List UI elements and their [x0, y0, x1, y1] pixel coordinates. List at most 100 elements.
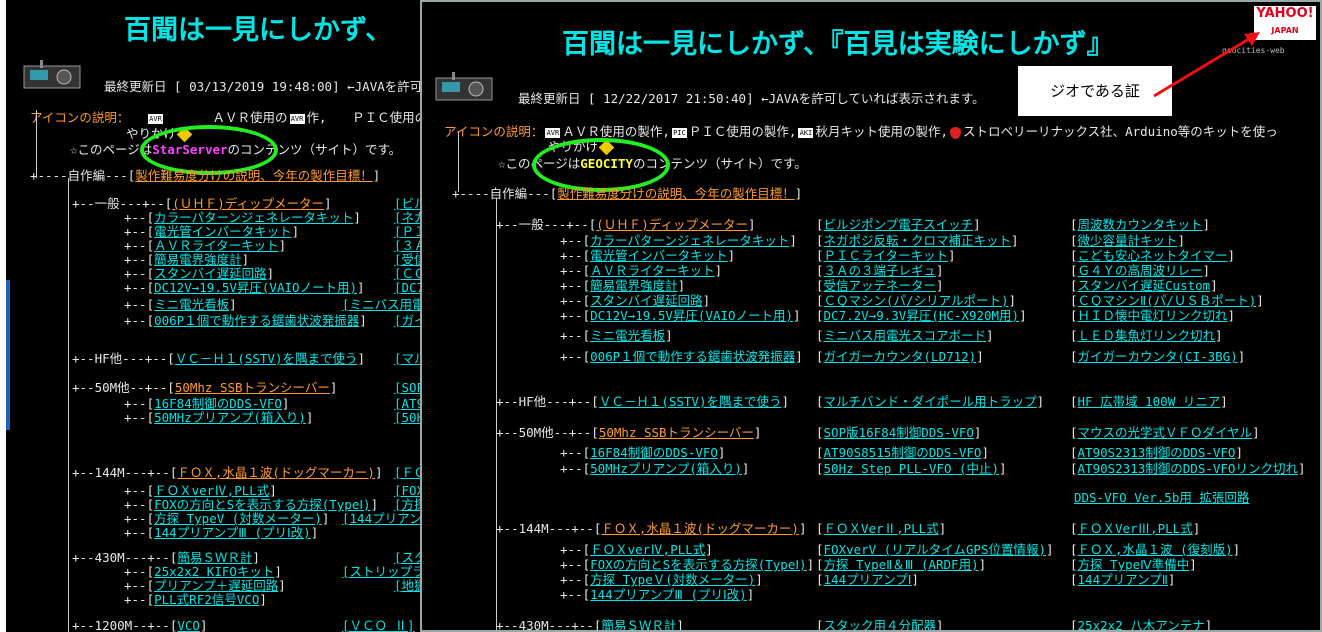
project-link[interactable]: 006P１個で動作する鋸歯状波発振器	[154, 313, 359, 328]
project-link-col2[interactable]: [ガイ	[394, 314, 420, 328]
project-link[interactable]: ＨＩＤ懐中電灯リンク切れ	[1078, 308, 1228, 323]
project-link-col3[interactable]: [ガイガーカウンタ(CI-3BG)]	[1070, 350, 1245, 364]
project-link-col2[interactable]: [方探	[394, 498, 420, 512]
project-link[interactable]: 144プリアンプⅡ	[1078, 572, 1168, 587]
project-link[interactable]: 簡易ＳＷＲ計	[601, 618, 676, 631]
project-link[interactable]: 50MHzプリアンプ(箱入り)	[154, 410, 306, 425]
project-link-col2[interactable]: [ＰＩ	[394, 225, 420, 239]
project-link[interactable]: DC12V→19.5V昇圧(VAIOノート用)	[154, 280, 357, 295]
project-link[interactable]: DC12V→19.5V昇圧(VAIOノート用)	[590, 308, 793, 323]
project-link[interactable]: 方探 TypeＶ(対数メーター)	[590, 572, 755, 587]
project-link[interactable]: 16F84制御のDDS-VFO	[590, 445, 718, 460]
project-link-col2[interactable]: [ＦＯ	[394, 466, 420, 480]
project-link[interactable]: 周波数カウンタキット	[1078, 217, 1203, 232]
project-link[interactable]: 50Mhz SSBトランシーバー	[175, 380, 330, 395]
project-link-col3[interactable]: [25x2x2 八木アンテナ]	[1070, 618, 1212, 631]
project-link[interactable]: ＦＯＸVerⅡ,PLL式	[824, 521, 939, 536]
project-link[interactable]: VCO	[177, 618, 200, 632]
front-browser-window[interactable]: 百聞は一見にしかず、『百見は実験にしかず』 geocities-web YAHO…	[420, 0, 1322, 632]
project-link-col2[interactable]: [３Ａの３端子レギュ]	[816, 264, 944, 278]
project-link[interactable]: プリアンプ＋遅延回路	[154, 578, 278, 593]
project-link[interactable]: ＡＶＲライターキット	[154, 238, 279, 253]
project-link-col2[interactable]: [地獄	[394, 579, 420, 593]
project-link[interactable]: ミニ電光看板	[154, 297, 229, 312]
project-link[interactable]: (ＵＨＦ)ディップメーター	[596, 217, 748, 232]
project-link[interactable]: ミニ電光看板	[590, 328, 665, 343]
project-link-col2[interactable]: [スタック用４分配器]	[816, 619, 944, 631]
project-link-col3[interactable]: [微少容量計キット]	[1070, 234, 1185, 248]
front-root-link[interactable]: 製作難易度分けの説明、今年の製作目標！	[557, 186, 795, 201]
project-link[interactable]: AT90S2313制御のDDS-VFO	[1078, 445, 1236, 460]
project-link[interactable]: ミニバス用電光スコアボード	[824, 328, 987, 343]
project-link[interactable]: 144プリアンプⅠ	[824, 572, 912, 587]
project-link-col2[interactable]: [ガイガーカウンタ(LD712)]	[816, 350, 984, 364]
project-link-col3[interactable]: [スタンバイ遅延Custom]	[1070, 279, 1218, 293]
project-link-col2[interactable]: [ＰＩＣライターキット]	[816, 249, 956, 263]
back-root-link[interactable]: 製作難易度分けの説明、今年の製作目標！	[135, 168, 373, 183]
project-link-col2[interactable]: [144プリアンプⅠ]	[816, 573, 919, 587]
project-link-col2[interactable]: [AT90S8515制御のDDS-VFO]	[816, 446, 989, 460]
project-link[interactable]: FOXの方向とSを表示する方探(TypeⅠ)	[154, 497, 370, 512]
project-link[interactable]: ＣＱマシンⅡ(パ/ＵＳＢポート)	[1078, 293, 1257, 308]
project-link[interactable]: ＦＯＸ,水晶１波 (復刻版)	[1078, 542, 1233, 557]
project-link[interactable]: FOXの方向とSを表示する方探(TypeⅠ)	[590, 557, 806, 572]
project-link[interactable]: ＦＯＸVerⅢ,PLL式	[1078, 521, 1193, 536]
project-link-col3[interactable]: [ＬＥＤ集魚灯リンク切れ]	[1070, 329, 1223, 343]
project-link-col3[interactable]: [ＨＩＤ懐中電灯リンク切れ]	[1070, 309, 1235, 323]
project-link-col2[interactable]: [DC7.2V→9.3V昇圧(HC-X920M用)]	[816, 309, 1027, 323]
project-link-col2[interactable]: [３Ａ	[394, 239, 420, 253]
project-link[interactable]: FOXverV (リアルタイムGPS位置情報)	[824, 542, 1046, 557]
project-link[interactable]: マルチバンド・ダイポール用トラップ	[824, 394, 1037, 409]
project-link-col2[interactable]: [DC7.	[394, 281, 420, 295]
project-link[interactable]: ３Ａの３端子レギュ	[824, 263, 937, 278]
project-link-col3[interactable]: [周波数カウンタキット]	[1070, 218, 1210, 232]
project-link-col2[interactable]: [マルチバンド・ダイポール用トラップ]	[816, 395, 1044, 409]
project-link-col2[interactable]: [ネガ	[394, 211, 420, 225]
project-link[interactable]: 144プリアンプⅢ (プリⅠ改)	[154, 525, 311, 540]
project-link[interactable]: 25x2x2 KIFOキット	[154, 564, 274, 579]
project-link[interactable]: ＦＯＸ,水晶１波(ドッグマーカー)	[601, 521, 799, 536]
project-link-col2[interactable]: [50H	[394, 411, 420, 425]
project-link[interactable]: 受信アッテネーター	[824, 278, 937, 293]
project-link[interactable]: 方探 TypeⅡ＆Ⅲ (ARDF用)	[824, 557, 979, 572]
project-link[interactable]: Ｇ４Ｙの高周波リレー	[1078, 263, 1203, 278]
project-link[interactable]: ＬＥＤ集魚灯リンク切れ	[1078, 328, 1216, 343]
project-link[interactable]: 006P１個で動作する鋸歯状波発振器	[590, 349, 795, 364]
project-link-col2[interactable]: [ビル	[394, 197, 420, 211]
project-link[interactable]: ガイガーカウンタ(LD712)	[824, 349, 977, 364]
project-link-col3[interactable]: [ＦＯＸ,水晶１波 (復刻版)]	[1070, 543, 1240, 557]
project-link-col3[interactable]: [ＣＱマシンⅡ(パ/ＵＳＢポート)]	[1070, 294, 1264, 308]
project-link[interactable]: マウスの光学式ＶＦＯダイヤル	[1078, 425, 1253, 440]
project-link[interactable]: 50MHzプリアンプ(箱入り)	[590, 461, 742, 476]
project-link-col2[interactable]: [FOXverV (リアルタイムGPS位置情報)]	[816, 543, 1054, 557]
project-link[interactable]: ＰＩＣライターキット	[824, 248, 949, 263]
project-link[interactable]: 50Mhz SSBトランシーバー	[599, 425, 754, 440]
project-link-col3[interactable]: [ＦＯＸVerⅢ,PLL式]	[1070, 522, 1200, 536]
project-link-col2[interactable]: [スタ	[394, 551, 420, 565]
project-link[interactable]: 方探 TypeⅣ準備中	[1078, 557, 1190, 572]
project-link-col2[interactable]: [AT9	[394, 397, 420, 411]
project-link-col2[interactable]: [ミニバス用電	[342, 298, 420, 312]
project-link-col2[interactable]: [受信アッテネーター]	[816, 279, 944, 293]
project-link[interactable]: 50Hz Step PLL-VFO (中止)	[824, 461, 1000, 476]
project-link[interactable]: HF 広帯域 100W リニア	[1078, 394, 1221, 409]
project-link[interactable]: 25x2x2 八木アンテナ	[1078, 618, 1205, 631]
project-link-col2[interactable]: [ネガポジ反転・クロマ補正キット]	[816, 234, 1019, 248]
project-link[interactable]: PLL式RF2信号VCO	[154, 592, 259, 607]
project-link[interactable]: カラーパターンジェネレータキット	[154, 210, 353, 225]
project-link-col2[interactable]: [ビルジポンプ電子スイッチ]	[816, 218, 981, 232]
project-link[interactable]: ＶＣ－Ｈ１(SSTV)を隅まで使う	[175, 351, 358, 366]
project-link-col3[interactable]: [AT90S2313制御のDDS-VFO]	[1070, 446, 1243, 460]
project-link-col2[interactable]: [ＣＱ	[394, 267, 420, 281]
project-link[interactable]: スタンバイ遅延回路	[590, 293, 703, 308]
project-link[interactable]: 電光管インバータキット	[590, 248, 728, 263]
project-link[interactable]: カラーパターンジェネレータキット	[590, 233, 789, 248]
project-link[interactable]: 16F84制御のDDS-VFO	[154, 396, 282, 411]
project-link[interactable]: スタンバイ遅延回路	[154, 266, 267, 281]
project-link-col2[interactable]: [マル	[394, 352, 420, 366]
project-link[interactable]: SOP版16F84制御DDS-VFO	[824, 425, 974, 440]
project-link[interactable]: ガイガーカウンタ(CI-3BG)	[1078, 349, 1238, 364]
project-link-col2[interactable]: [ＦＯＸVerⅡ,PLL式]	[816, 522, 946, 536]
project-link-col3[interactable]: [144プリアンプⅡ]	[1070, 573, 1175, 587]
project-link[interactable]: 144プリアンプⅢ (プリⅠ改)	[590, 587, 747, 602]
